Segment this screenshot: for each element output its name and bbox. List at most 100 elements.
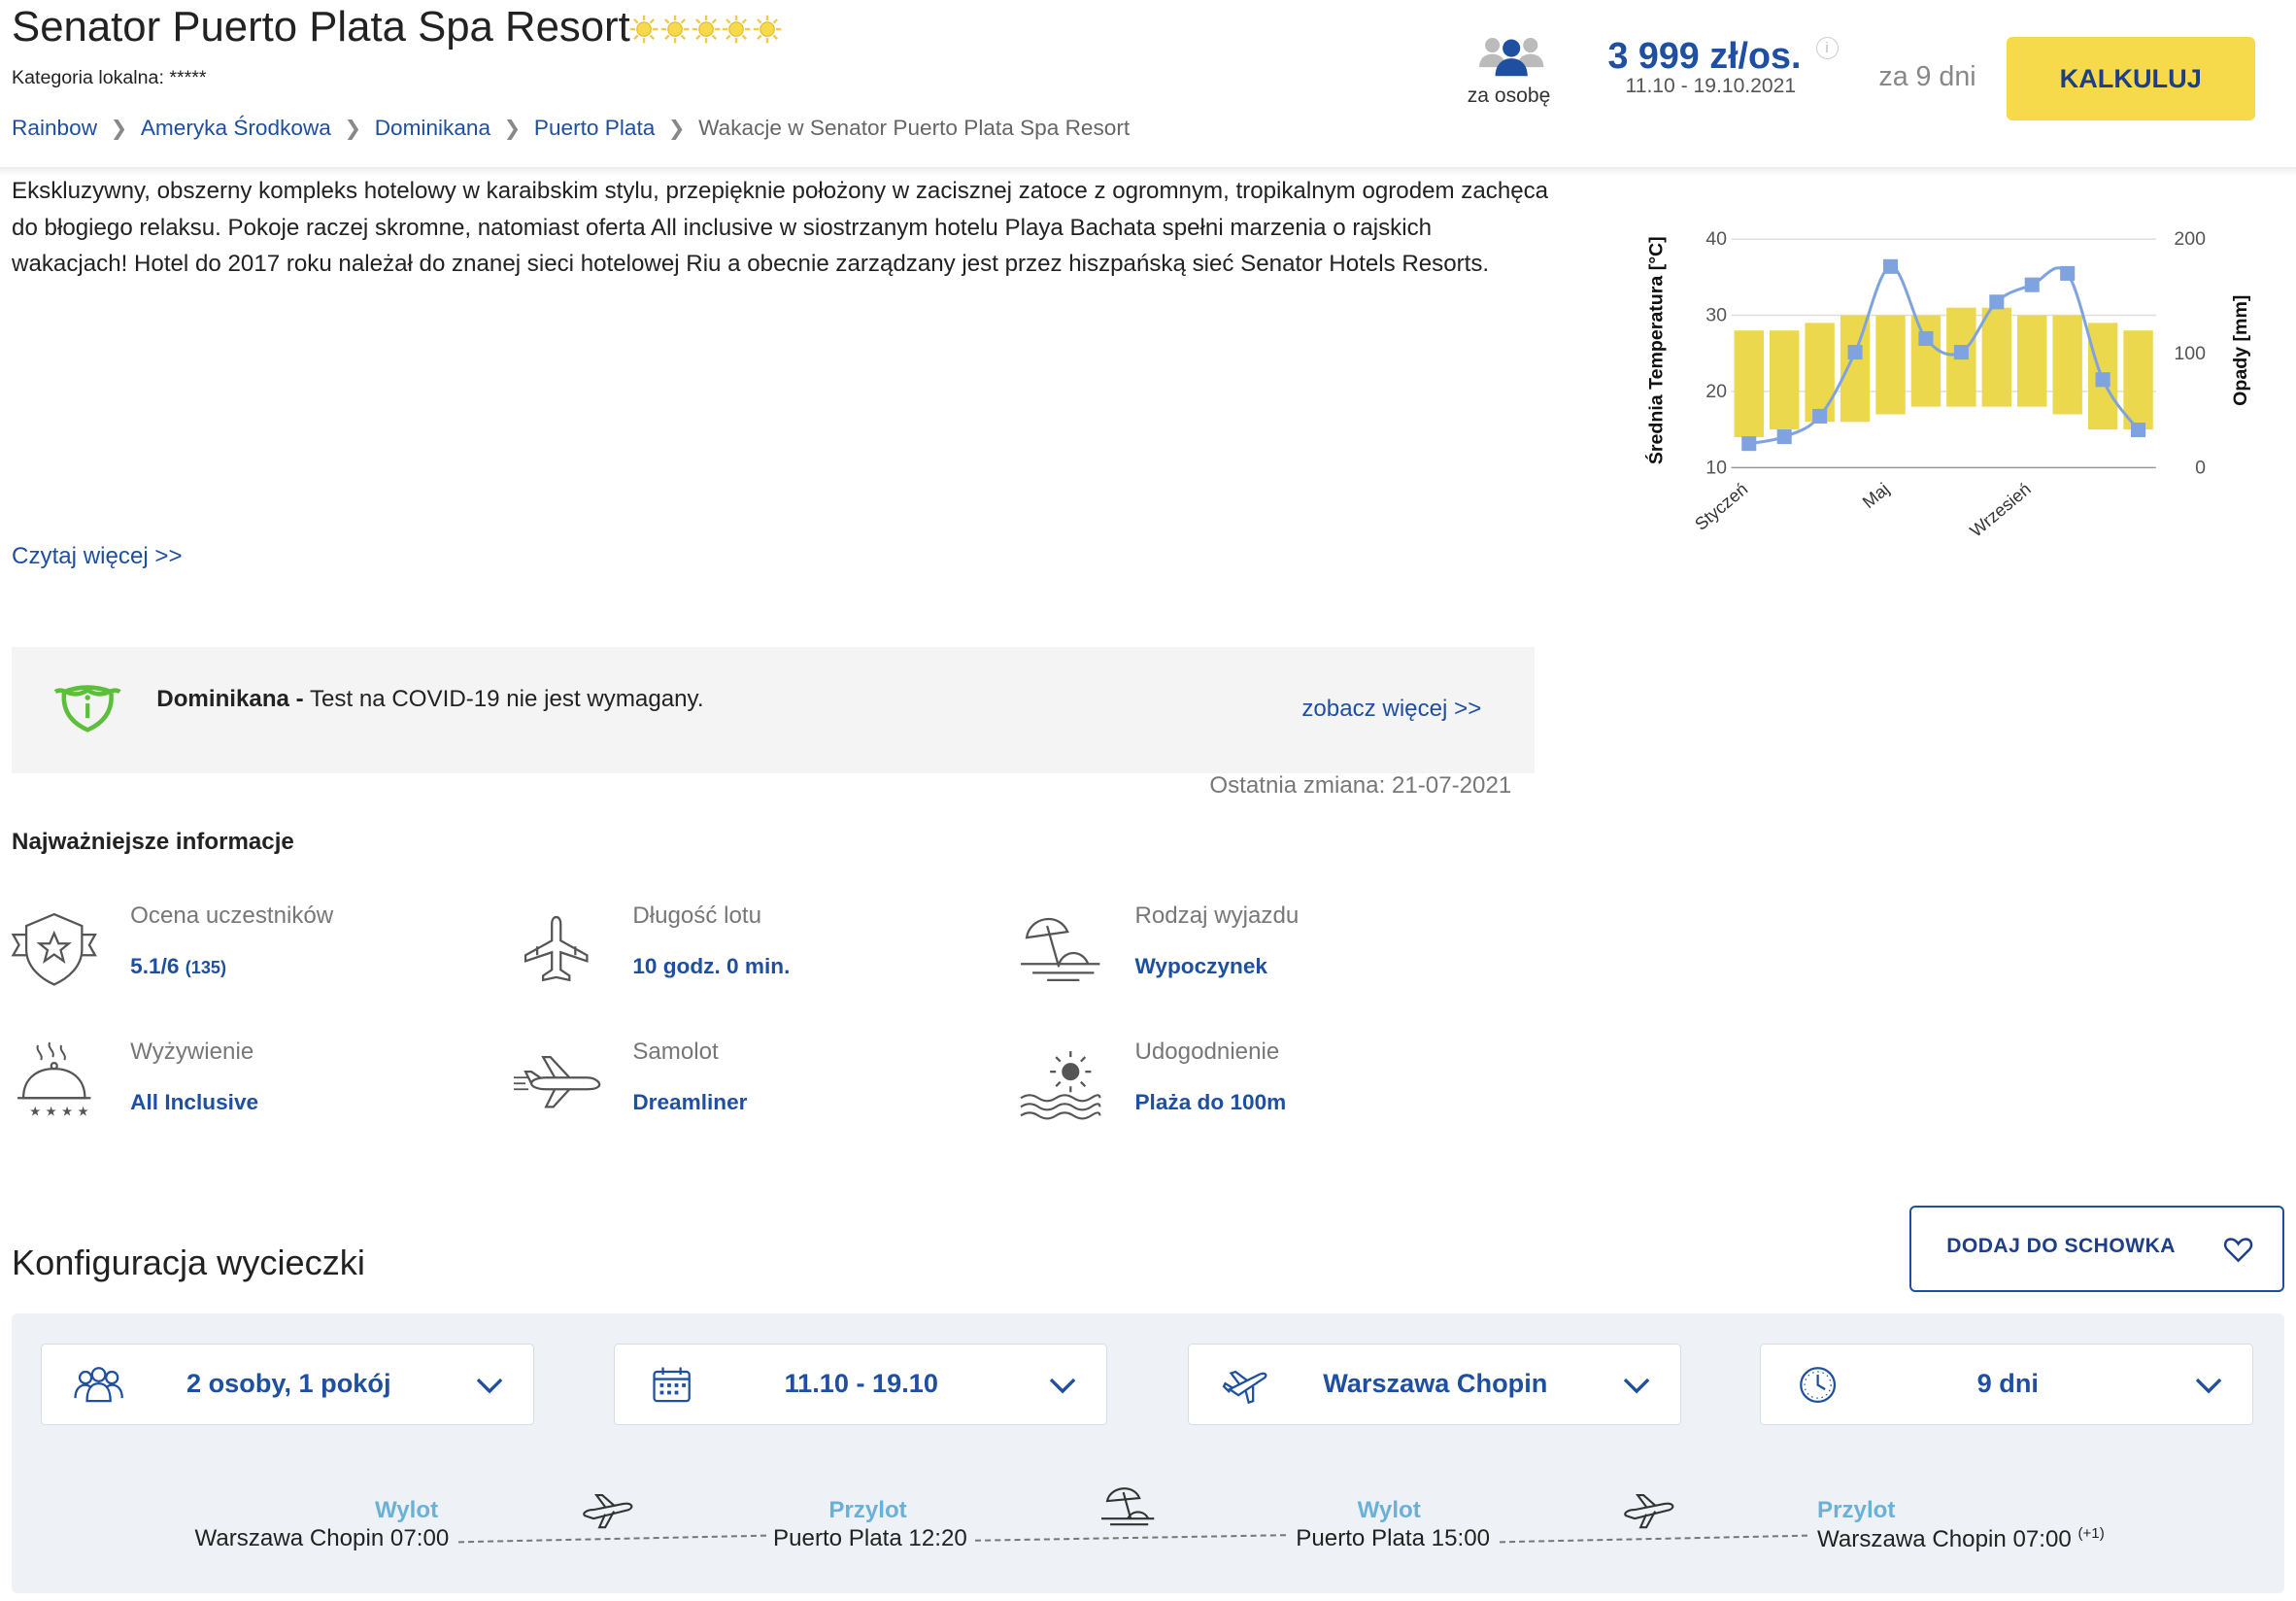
star-rating <box>629 15 782 44</box>
dates-selector[interactable]: 11.10 - 19.10 <box>613 1343 1107 1425</box>
star-icon <box>722 15 751 44</box>
per-person-label: za osobę <box>1467 85 1551 108</box>
temperature-bar <box>2122 329 2153 429</box>
price: 3 999 zł/os. <box>1607 35 1802 77</box>
trip-type-value: Wypoczynek <box>1134 953 1267 978</box>
hotel-title: Senator Puerto Plata Spa Resort <box>12 3 630 51</box>
config-title: Konfiguracja wycieczki <box>12 1242 365 1282</box>
chevron-down-icon <box>1049 1378 1075 1394</box>
y2-tick-label: 200 <box>2174 228 2206 250</box>
leg-place: Puerto Plata 15:00 <box>1296 1524 1491 1551</box>
leg-place: Puerto Plata 12:20 <box>773 1524 967 1551</box>
y-tick-label: 30 <box>1705 304 1727 325</box>
x-tick-label: Wrzesień <box>1966 479 2034 541</box>
duration-selector[interactable]: 9 dni <box>1760 1343 2254 1425</box>
add-to-favorites-label: DODAJ DO SCHOWKA <box>1946 1235 2176 1258</box>
people-icon <box>1478 38 1544 77</box>
route-line <box>975 1533 1286 1542</box>
chevron-down-icon <box>1623 1378 1649 1394</box>
plane-icon <box>582 1494 632 1529</box>
chevron-right-icon: ❯ <box>110 118 128 141</box>
precipitation-point <box>2095 371 2110 387</box>
precipitation-point <box>1988 293 2004 309</box>
key-info-heading: Najważniejsze informacje <box>12 829 294 856</box>
breadcrumb-link[interactable]: Ameryka Środkowa <box>141 116 331 141</box>
y2-tick-label: 100 <box>2174 342 2206 363</box>
y-tick-label: 40 <box>1705 228 1727 250</box>
precipitation-point <box>2024 277 2040 292</box>
travelers-selector[interactable]: 2 osoby, 1 pokój <box>41 1343 535 1425</box>
x-tick-label: Maj <box>1858 479 1892 512</box>
route-line <box>457 1534 766 1544</box>
leg-heading: Wylot <box>374 1496 439 1523</box>
last-change: Ostatnia zmiana: 21-07-2021 <box>1209 771 1512 799</box>
beach-umbrella-icon <box>1100 1487 1155 1526</box>
y2-tick-label: 0 <box>2195 457 2206 478</box>
info-label: Wyżywienie <box>130 1038 254 1065</box>
duration-value: 9 dni <box>1976 1367 2039 1398</box>
cloche-icon: ★ ★ ★ ★ <box>17 1042 91 1120</box>
precipitation-point <box>1847 344 1863 359</box>
precipitation-point <box>1811 408 1827 424</box>
kalkuluj-button[interactable]: KALKULUJ <box>2006 36 2255 120</box>
breadcrumb-current: Wakacje w Senator Puerto Plata Spa Resor… <box>698 116 1131 141</box>
travelers-value: 2 osoby, 1 pokój <box>186 1367 391 1398</box>
leg-heading: Przylot <box>828 1496 907 1523</box>
star-icon <box>660 15 690 44</box>
info-icon[interactable]: i <box>1815 36 1839 59</box>
heart-icon <box>2223 1238 2252 1263</box>
temperature-bar <box>1981 307 2011 407</box>
read-more-link[interactable]: Czytaj więcej >> <box>12 543 183 570</box>
plane-side-icon <box>514 1056 601 1108</box>
precipitation-point <box>1740 435 1756 451</box>
chevron-down-icon <box>476 1378 503 1394</box>
temperature-bar <box>2016 315 2046 407</box>
svg-text:★ ★ ★ ★: ★ ★ ★ ★ <box>29 1105 89 1120</box>
flight-length-value: 10 godz. 0 min. <box>632 953 791 978</box>
breadcrumb-link[interactable]: Rainbow <box>12 116 97 141</box>
temperature-bar <box>1804 322 1835 422</box>
info-label: Samolot <box>632 1038 719 1065</box>
board-value: All Inclusive <box>130 1089 259 1114</box>
mask-icon <box>54 684 121 732</box>
chart-y2-label: Opady [mm] <box>2230 294 2251 405</box>
chart-line <box>1740 258 2145 451</box>
departure-airport-value: Warszawa Chopin <box>1323 1367 1548 1398</box>
y-tick-label: 20 <box>1705 381 1727 402</box>
rating-count: (135) <box>185 957 226 977</box>
covid-notice: Dominikana - Test na COVID-19 nie jest w… <box>12 647 1536 774</box>
temperature-bar <box>1769 329 1799 429</box>
covid-message: Dominikana - Test na COVID-19 nie jest w… <box>156 686 703 713</box>
covid-message-text: Test na COVID-19 nie jest wymagany. <box>303 685 704 712</box>
precipitation-point <box>1917 330 1934 346</box>
add-to-favorites-button[interactable]: DODAJ DO SCHOWKA <box>1909 1205 2284 1292</box>
next-day-marker: (+1) <box>2077 1524 2105 1542</box>
chevron-right-icon: ❯ <box>344 118 362 141</box>
chevron-right-icon: ❯ <box>503 118 522 141</box>
hotel-description: Ekskluzywny, obszerny kompleks hotelowy … <box>12 177 1549 278</box>
amenity-value: Plaża do 100m <box>1134 1089 1287 1114</box>
chevron-down-icon <box>2195 1378 2222 1394</box>
star-icon <box>630 15 658 44</box>
breadcrumb: Rainbow ❯ Ameryka Środkowa ❯ Dominikana ❯ P… <box>12 116 1130 141</box>
info-label: Udogodnienie <box>1134 1038 1280 1065</box>
departure-airport-selector[interactable]: Warszawa Chopin <box>1187 1343 1681 1425</box>
climate-chart: 10 20 30 40 0 100 200 Styczeń Maj Wrzesień Średni… <box>1643 228 2251 541</box>
badge-star-icon <box>11 912 97 986</box>
plane-top-icon <box>524 915 589 982</box>
price-dates: 11.10 - 19.10.2021 <box>1625 74 1797 97</box>
covid-more-link[interactable]: zobacz więcej >> <box>1301 696 1481 723</box>
chart-y-label: Średnia Temperatura [°C] <box>1643 236 1667 464</box>
dates-value: 11.10 - 19.10 <box>784 1367 938 1398</box>
star-icon <box>692 15 720 44</box>
breadcrumb-link[interactable]: Dominikana <box>375 116 490 141</box>
leg-place: Warszawa Chopin 07:00 (+1) <box>1817 1524 2105 1552</box>
breadcrumb-link[interactable]: Puerto Plata <box>534 116 655 141</box>
temperature-bar <box>1734 329 1764 437</box>
duration-label: za 9 dni <box>1878 61 1976 93</box>
y-tick-label: 10 <box>1705 457 1727 478</box>
leg-heading: Przylot <box>1817 1496 1896 1523</box>
temperature-bar <box>1874 315 1906 415</box>
chart-bars <box>1734 307 2153 437</box>
covid-country: Dominikana - <box>156 685 304 712</box>
